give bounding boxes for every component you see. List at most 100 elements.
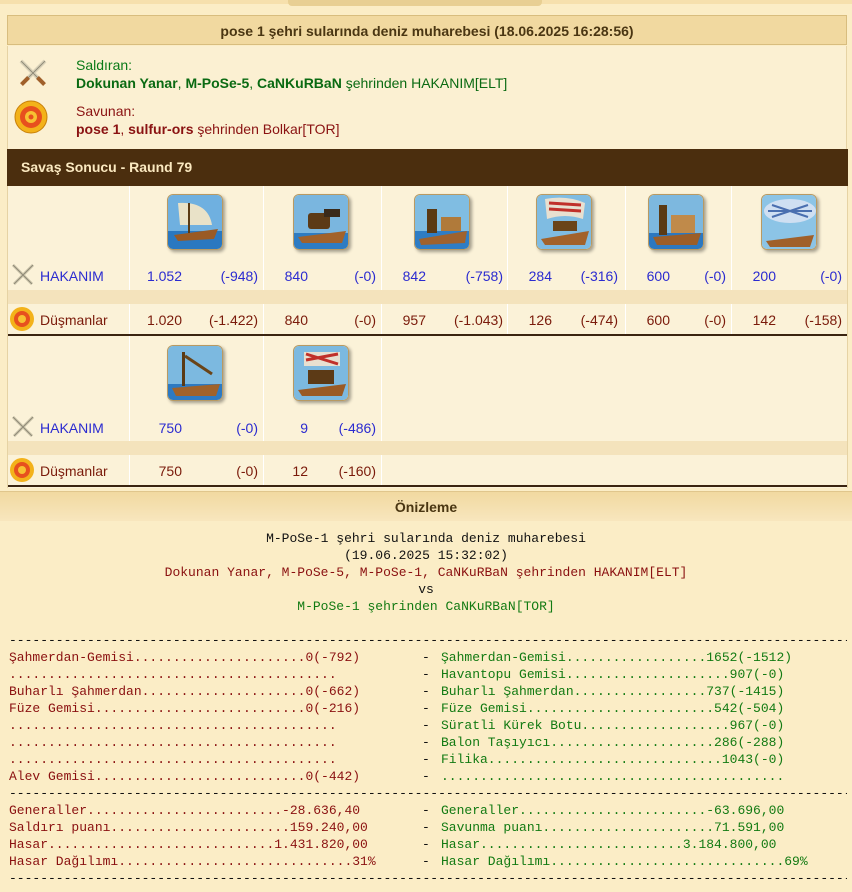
preview-defenders: M-PoSe-1 şehrinden CaNKuRBaN[TOR]	[297, 599, 555, 614]
rocket-ship-icon	[536, 194, 592, 250]
attacker-name[interactable]: Dokunan Yanar	[76, 75, 178, 91]
preview-heading: Önizleme	[0, 491, 852, 521]
unit-loss: (-1.043)	[453, 312, 503, 328]
attacker-line: Dokunan Yanar, M-PoSe-5, CaNKuRBaN şehri…	[76, 75, 508, 91]
preview-dash: -	[422, 769, 430, 784]
attacker-suffix: şehrinden HAKANIM[ELT]	[345, 75, 508, 91]
shield-icon	[10, 307, 34, 331]
attacker-row-label[interactable]: HAKANIM	[40, 266, 104, 286]
preview-date: (19.06.2025 15:32:02)	[344, 548, 508, 563]
unit-count: 957	[402, 312, 426, 328]
preview-defender-cell: Hasar..........................3.184.800…	[441, 837, 777, 852]
unit-count: 840	[284, 312, 308, 328]
attacker-name[interactable]: M-PoSe-5	[185, 75, 249, 91]
preview-attackers: Dokunan Yanar, M-PoSe-5, M-PoSe-1, CaNKu…	[164, 565, 688, 580]
preview-attacker-cell: Hasar Dağılımı..........................…	[9, 854, 376, 869]
preview-attacker-cell: ........................................…	[9, 667, 345, 682]
preview-defender-cell: Savunma puanı......................71.59…	[441, 820, 785, 835]
battle-grid: HAKANIM 1.052 (-948) 840 (-0) 842 (-758)…	[7, 186, 848, 488]
unit-loss: (-758)	[465, 268, 503, 284]
preview-rule: ----------------------------------------…	[9, 871, 847, 886]
shield-icon	[14, 100, 48, 134]
unit-count: 200	[752, 268, 776, 284]
preview-defender-cell: Havantopu Gemisi.....................907…	[441, 667, 785, 682]
preview-dash: -	[422, 735, 430, 750]
crossed-swords-icon	[11, 263, 35, 286]
unit-count: 1.020	[146, 312, 182, 328]
top-tab-notch	[288, 0, 542, 6]
tender-ship-icon	[167, 345, 223, 401]
attacker-name[interactable]: CaNKuRBaN	[257, 75, 342, 91]
unit-loss: (-948)	[220, 268, 258, 284]
preview-defender-cell: Filika..............................1043…	[441, 752, 785, 767]
unit-loss: (-0)	[704, 312, 726, 328]
preview-attacker-cell: Saldırı puanı.......................159.…	[9, 820, 368, 835]
preview-title: M-PoSe-1 şehri sularında deniz muharebes…	[266, 531, 586, 546]
preview-dash: -	[422, 752, 430, 767]
preview-dash: -	[422, 667, 430, 682]
unit-loss: (-158)	[804, 312, 842, 328]
preview-attacker-cell: Buharlı Şahmerdan.....................0(…	[9, 684, 361, 699]
paddle-speedboat-icon	[648, 194, 704, 250]
unit-loss: (-0)	[820, 268, 842, 284]
preview-rule: ----------------------------------------…	[9, 786, 847, 801]
steam-ram-icon	[414, 194, 470, 250]
preview-dash: -	[422, 684, 430, 699]
unit-loss: (-1.422)	[208, 312, 258, 328]
unit-loss: (-0)	[354, 268, 376, 284]
crossed-swords-icon	[11, 415, 35, 438]
unit-loss: (-0)	[236, 420, 258, 436]
round-title: Savaş Sonucu - Raund 79	[7, 149, 848, 186]
unit-count: 142	[752, 312, 776, 328]
unit-count: 1.052	[146, 268, 182, 284]
defender-name[interactable]: sulfur-ors	[128, 121, 193, 137]
ram-ship-icon	[167, 194, 223, 250]
preview-defender-cell: ........................................…	[441, 769, 785, 784]
unit-count: 750	[158, 420, 182, 436]
defender-name[interactable]: pose 1	[76, 121, 120, 137]
defender-label: Savunan:	[76, 103, 136, 119]
unit-count: 600	[646, 268, 670, 284]
preview-defender-cell: Hasar Dağılımı..........................…	[441, 854, 808, 869]
unit-loss: (-0)	[236, 463, 258, 479]
preview-attacker-cell: Füze Gemisi...........................0(…	[9, 701, 361, 716]
defender-row-label: Düşmanlar	[40, 463, 108, 479]
preview-attacker-cell: ........................................…	[9, 718, 345, 733]
unit-count: 840	[284, 268, 308, 284]
preview-defender-cell: Süratli Kürek Botu...................967…	[441, 718, 785, 733]
preview-dash: -	[422, 650, 430, 665]
defender-suffix: şehrinden Bolkar[TOR]	[197, 121, 340, 137]
report-title: pose 1 şehri sularında deniz muharebesi …	[7, 15, 847, 45]
attacker-info: Saldıran: Dokunan Yanar, M-PoSe-5, CaNKu…	[76, 56, 507, 92]
unit-loss: (-0)	[704, 268, 726, 284]
unit-loss: (-474)	[580, 312, 618, 328]
preview-dash: -	[422, 803, 430, 818]
unit-loss: (-486)	[338, 420, 376, 436]
unit-count: 12	[292, 463, 308, 479]
unit-loss: (-160)	[338, 463, 376, 479]
defender-info: Savunan: pose 1, sulfur-ors şehrinden Bo…	[76, 102, 340, 138]
preview-dash: -	[422, 701, 430, 716]
defender-row-label: Düşmanlar	[40, 312, 108, 328]
defender-line: pose 1, sulfur-ors şehrinden Bolkar[TOR]	[76, 121, 340, 137]
preview-dash: -	[422, 854, 430, 869]
crossed-swords-icon	[19, 59, 47, 86]
unit-count: 600	[646, 312, 670, 328]
balloon-carrier-icon	[761, 194, 817, 250]
unit-loss: (-0)	[354, 312, 376, 328]
preview-attacker-cell: Hasar.............................1.431.…	[9, 837, 368, 852]
preview-defender-cell: Füze Gemisi........................542(-…	[441, 701, 785, 716]
preview-attacker-cell: Generaller.........................-28.6…	[9, 803, 361, 818]
preview-dash: -	[422, 820, 430, 835]
preview-attacker-cell: ........................................…	[9, 752, 345, 767]
unit-count: 126	[528, 312, 552, 328]
preview-vs: vs	[418, 582, 434, 597]
preview-dash: -	[422, 718, 430, 733]
parties-panel: Saldıran: Dokunan Yanar, M-PoSe-5, CaNKu…	[7, 46, 847, 149]
unit-count: 750	[158, 463, 182, 479]
preview-defender-cell: Şahmerdan-Gemisi..................1652(-…	[441, 650, 793, 665]
preview-attacker-cell: Şahmerdan-Gemisi......................0(…	[9, 650, 361, 665]
unit-loss: (-316)	[580, 268, 618, 284]
preview-rule: ----------------------------------------…	[9, 633, 847, 648]
attacker-row-label[interactable]: HAKANIM	[40, 418, 104, 438]
